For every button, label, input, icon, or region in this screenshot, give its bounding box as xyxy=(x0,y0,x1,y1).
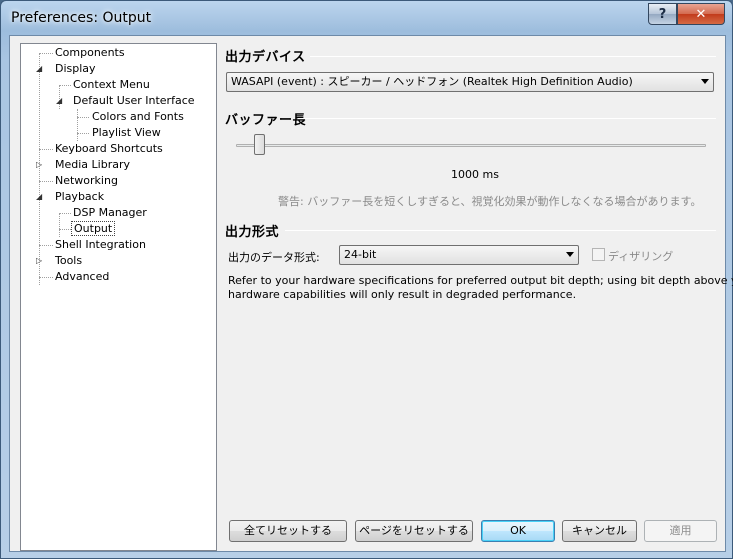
tree-item-label: DSP Manager xyxy=(73,206,147,219)
bit-depth-value: 24-bit xyxy=(344,248,377,261)
reset-all-button[interactable]: 全てリセットする xyxy=(229,520,347,542)
output-device-select[interactable]: WASAPI (event) : スピーカー / ヘッドフォン (Realtek… xyxy=(226,72,714,92)
tree-item-display[interactable]: Display xyxy=(53,61,98,77)
output-device-header: 出力デバイス xyxy=(225,50,306,65)
bit-depth-info-line1: Refer to your hardware specifications fo… xyxy=(228,274,733,287)
tree-connector xyxy=(59,213,60,237)
output-device-value: WASAPI (event) : スピーカー / ヘッドフォン (Realtek… xyxy=(231,75,633,88)
tree-item-colors-and-fonts[interactable]: Colors and Fonts xyxy=(90,109,186,125)
window-title: Preferences: Output xyxy=(11,10,152,26)
tree-item-default-user-interface[interactable]: Default User Interface xyxy=(71,93,197,109)
tree-connector xyxy=(77,133,89,134)
tree-connector xyxy=(39,245,53,246)
tree-item-label: Output xyxy=(71,221,116,236)
tree-item-playback[interactable]: Playback xyxy=(53,189,106,205)
collapse-arrow-icon[interactable]: ◢ xyxy=(56,97,64,105)
close-button[interactable]: ✕ xyxy=(677,3,725,25)
tree-connector xyxy=(39,53,53,54)
section-divider xyxy=(310,56,716,57)
tree-item-label: Shell Integration xyxy=(55,238,146,251)
preferences-tree[interactable]: Components ◢ Display Context Menu ◢ Defa… xyxy=(20,43,217,551)
tree-item-label: Tools xyxy=(55,254,83,267)
expand-arrow-icon[interactable]: ▷ xyxy=(36,161,44,169)
close-icon: ✕ xyxy=(695,6,707,22)
dither-label: ディザリング xyxy=(608,250,674,263)
tree-item-context-menu[interactable]: Context Menu xyxy=(71,77,152,93)
dialog-client-area: Components ◢ Display Context Menu ◢ Defa… xyxy=(9,35,733,552)
buffer-length-header: バッファー長 xyxy=(225,113,307,128)
tree-connector xyxy=(39,53,40,285)
bit-depth-select[interactable]: 24-bit xyxy=(339,245,579,265)
cancel-button[interactable]: キャンセル xyxy=(562,520,637,542)
tree-item-tools[interactable]: Tools xyxy=(53,253,84,269)
tree-item-media-library[interactable]: Media Library xyxy=(53,157,132,173)
tree-item-keyboard-shortcuts[interactable]: Keyboard Shortcuts xyxy=(53,141,165,157)
tree-item-output[interactable]: Output xyxy=(71,221,116,237)
tree-connector xyxy=(39,149,53,150)
chevron-down-icon xyxy=(701,79,709,84)
output-format-header: 出力形式 xyxy=(225,225,280,240)
tree-item-label: Advanced xyxy=(55,270,110,283)
apply-button[interactable]: 適用 xyxy=(644,520,717,542)
tree-item-dsp-manager[interactable]: DSP Manager xyxy=(71,205,149,221)
preferences-window: Preferences: Output ? ✕ Components ◢ Dis… xyxy=(0,0,733,559)
tree-connector xyxy=(39,277,53,278)
tree-item-shell-integration[interactable]: Shell Integration xyxy=(53,237,148,253)
tree-item-label: Media Library xyxy=(55,158,130,171)
tree-connector xyxy=(39,181,53,182)
collapse-arrow-icon[interactable]: ◢ xyxy=(36,193,44,201)
tree-item-components[interactable]: Components xyxy=(53,45,127,61)
tree-item-label: Default User Interface xyxy=(73,94,195,107)
collapse-arrow-icon[interactable]: ◢ xyxy=(36,65,44,73)
ok-button[interactable]: OK xyxy=(481,520,555,542)
section-divider xyxy=(298,118,716,119)
tree-connector xyxy=(59,213,71,214)
tree-connector xyxy=(59,85,71,86)
tree-connector xyxy=(77,109,78,141)
buffer-warning-text: 警告: バッファー長を短くしすぎると、視覚化効果が動作しなくなる場合があります。 xyxy=(278,195,702,208)
buffer-value-label: 1000 ms xyxy=(451,168,499,181)
tree-item-label: Keyboard Shortcuts xyxy=(55,142,163,155)
buffer-slider-track[interactable] xyxy=(236,144,706,147)
title-bar[interactable]: Preferences: Output ? ✕ xyxy=(1,1,732,35)
bit-depth-label: 出力のデータ形式: xyxy=(228,251,320,264)
tree-connector xyxy=(77,117,89,118)
tree-item-label: Playlist View xyxy=(92,126,161,139)
tree-item-label: Display xyxy=(55,62,96,75)
help-button[interactable]: ? xyxy=(648,3,677,25)
tree-item-networking[interactable]: Networking xyxy=(53,173,120,189)
tree-item-playlist-view[interactable]: Playlist View xyxy=(90,125,163,141)
tree-item-label: Networking xyxy=(55,174,118,187)
buffer-slider-thumb[interactable] xyxy=(254,134,266,155)
expand-arrow-icon[interactable]: ▷ xyxy=(36,257,44,265)
tree-item-label: Context Menu xyxy=(73,78,150,91)
help-icon: ? xyxy=(658,6,667,22)
bit-depth-info-line2: hardware capabilities will only result i… xyxy=(228,288,577,301)
chevron-down-icon xyxy=(566,252,574,257)
section-divider xyxy=(285,230,716,231)
tree-item-label: Colors and Fonts xyxy=(92,110,184,123)
tree-connector xyxy=(59,229,71,230)
dither-checkbox[interactable] xyxy=(592,248,605,261)
tree-item-label: Components xyxy=(55,46,125,59)
tree-item-advanced[interactable]: Advanced xyxy=(53,269,111,285)
reset-page-button[interactable]: ページをリセットする xyxy=(355,520,473,542)
tree-item-label: Playback xyxy=(55,190,105,203)
